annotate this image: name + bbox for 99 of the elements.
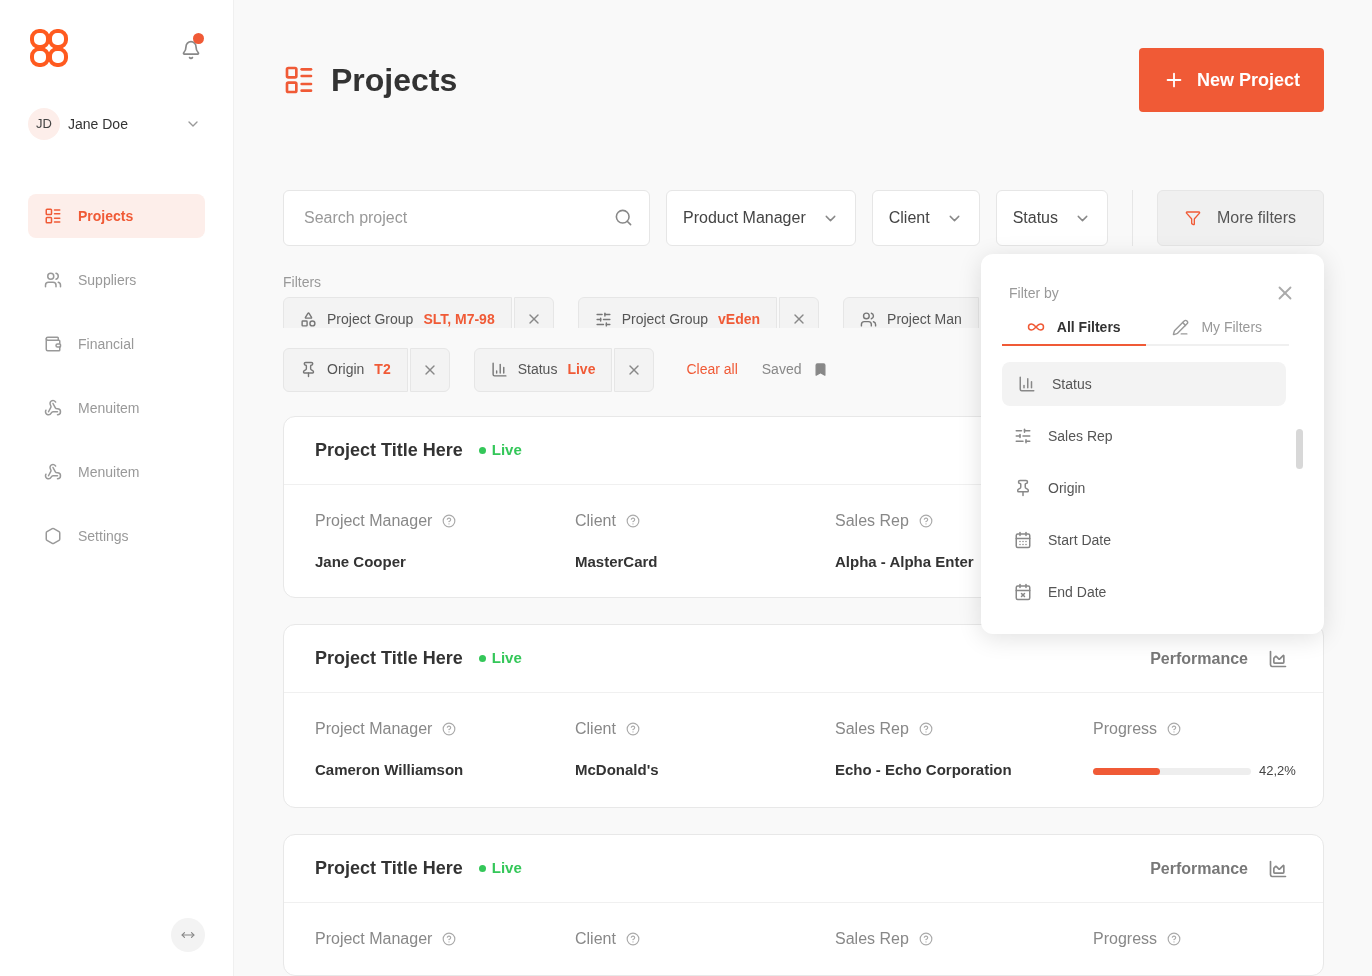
chip-label: Status xyxy=(517,360,558,379)
filters-label: Filters xyxy=(283,273,322,292)
help-icon xyxy=(1167,932,1182,946)
filter-option[interactable]: End Date xyxy=(1002,570,1287,614)
status-label: Live xyxy=(491,439,522,460)
shapes-icon xyxy=(300,310,317,328)
pin-icon xyxy=(300,361,317,378)
calendar-x-icon xyxy=(1014,583,1032,601)
scrollbar[interactable] xyxy=(1296,429,1303,469)
filter-chip[interactable]: Status Live xyxy=(473,347,613,392)
popup-title: Filter by xyxy=(1009,283,1059,303)
field-label: Client xyxy=(575,510,616,531)
sliders-icon xyxy=(1014,427,1032,445)
remove-chip-button[interactable] xyxy=(614,347,655,392)
chip-label: Project Group xyxy=(327,309,414,328)
area-chart-icon xyxy=(1268,648,1288,669)
pencil-icon xyxy=(1172,318,1190,336)
help-icon xyxy=(442,722,457,736)
project-title: Project Title Here xyxy=(315,647,463,670)
chip-value: SLT, M7-98 xyxy=(423,309,495,328)
bar-chart-icon xyxy=(1018,375,1036,393)
filter-option[interactable]: Sales Rep xyxy=(1002,414,1287,458)
field-label: Sales Rep xyxy=(835,719,909,739)
search-icon xyxy=(614,208,633,227)
filter-option[interactable]: Status xyxy=(1002,362,1287,406)
bar-chart-icon xyxy=(490,361,508,378)
bookmark-icon xyxy=(813,362,829,377)
wallet-icon xyxy=(44,335,62,353)
help-icon xyxy=(918,722,933,736)
notification-icon[interactable] xyxy=(181,40,201,60)
hexagon-icon xyxy=(44,527,62,545)
filter-chip[interactable]: Project Man xyxy=(843,297,979,328)
help-icon xyxy=(625,722,640,736)
remove-chip-button[interactable] xyxy=(409,347,450,392)
performance-button[interactable]: Performance xyxy=(1150,856,1288,881)
filter-option[interactable]: Origin xyxy=(1002,466,1287,510)
filter-option[interactable]: Start Date xyxy=(1002,518,1287,562)
area-chart-icon xyxy=(1268,858,1288,879)
search-field[interactable]: Search project xyxy=(283,190,650,246)
chip-label: Origin xyxy=(327,360,365,379)
filter-chip[interactable]: Project Group vEden xyxy=(577,297,778,328)
field-value: Alpha - Alpha Enter xyxy=(835,551,975,572)
filter-dropdown[interactable]: Product Manager xyxy=(666,190,856,246)
user-name: Jane Doe xyxy=(68,114,129,134)
logo-icon xyxy=(28,27,70,69)
filter-dropdown[interactable]: Client xyxy=(871,190,980,246)
chip-label: Project Group xyxy=(621,309,709,328)
help-icon xyxy=(625,932,640,946)
field-label: Progress xyxy=(1093,929,1158,949)
field-label: Sales Rep xyxy=(835,929,909,949)
filter-icon xyxy=(1184,210,1201,226)
webhook-icon xyxy=(44,399,62,417)
webhook-icon xyxy=(44,463,62,481)
field-value: Echo - Echo Corporation xyxy=(835,760,1013,780)
users-icon xyxy=(860,310,878,328)
help-icon xyxy=(918,513,933,528)
field-value: Cameron Williamson xyxy=(315,760,465,780)
field-value: MasterCard xyxy=(575,551,659,572)
user-avatar: JD xyxy=(28,108,60,140)
field-label: Progress xyxy=(1093,719,1158,739)
chip-value: T2 xyxy=(374,360,391,379)
collapse-button[interactable] xyxy=(171,918,205,952)
filter-chip[interactable]: Project Group SLT, M7-98 xyxy=(283,297,512,328)
filter-dropdown[interactable]: Status xyxy=(995,190,1108,246)
chip-value: vEden xyxy=(718,309,761,328)
filter-chip[interactable]: Origin T2 xyxy=(283,347,408,392)
user-menu[interactable]: JD Jane Doe xyxy=(28,108,205,140)
help-icon xyxy=(1167,722,1182,736)
field-label: Client xyxy=(575,719,616,739)
popup-tab[interactable]: All Filters xyxy=(1002,310,1146,346)
field-label: Project Manager xyxy=(315,510,433,531)
progress-reading: 42,2% xyxy=(1259,762,1296,781)
more-filters-button[interactable]: More filters xyxy=(1157,190,1324,246)
field-value: McDonald's xyxy=(575,760,660,780)
chip-value: Live xyxy=(567,360,596,379)
help-icon xyxy=(625,513,640,528)
remove-chip-button[interactable] xyxy=(779,297,820,328)
page-title: Projects xyxy=(331,61,458,100)
status-label: Live xyxy=(491,858,522,879)
help-icon xyxy=(442,513,457,528)
calendar-icon xyxy=(1014,531,1032,549)
field-value: Jane Cooper xyxy=(315,551,407,572)
users-icon xyxy=(44,271,62,289)
project-title: Project Title Here xyxy=(315,857,463,880)
list-icon xyxy=(44,207,62,225)
sliders-icon xyxy=(594,310,612,328)
performance-button[interactable]: Performance xyxy=(1150,646,1288,671)
help-icon xyxy=(918,932,933,946)
project-title: Project Title Here xyxy=(315,438,463,462)
list-icon xyxy=(283,64,315,96)
chip-label: Project Man xyxy=(887,309,962,328)
field-label: Client xyxy=(575,929,616,949)
help-icon xyxy=(442,932,457,946)
field-label: Project Manager xyxy=(315,929,433,949)
field-label: Sales Rep xyxy=(835,510,909,531)
field-label: Project Manager xyxy=(315,719,433,739)
status-label: Live xyxy=(491,648,522,669)
pin-icon xyxy=(1014,479,1032,497)
remove-chip-button[interactable] xyxy=(513,297,554,328)
